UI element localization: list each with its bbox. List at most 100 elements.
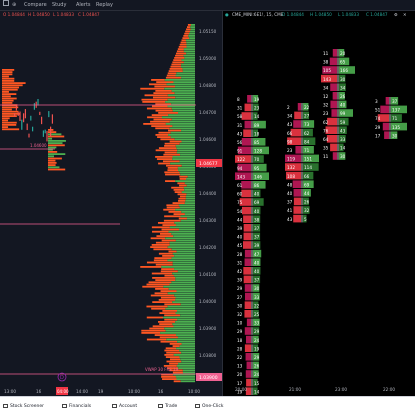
profile-bar-green [180,380,195,383]
candle [23,113,25,123]
stock-screener-tab[interactable]: Stock Screener [3,397,44,415]
profile-bar-red [148,281,172,284]
price-axis[interactable] [196,19,222,396]
profile-bar-green [167,246,195,248]
volume-profile-chart[interactable]: 1.051501.050001.048001.047001.046001.045… [0,19,222,396]
footprint-ask-value: 25 [254,312,260,317]
footprint-ask-value: 22 [254,303,260,308]
profile-bar-red [153,259,168,262]
footprint-wick [301,197,303,206]
footprint-bid-value: 34 [323,85,329,90]
profile-bar-green [171,248,195,251]
footprint-bid-value: 42 [237,269,243,274]
profile-bar-red [150,294,175,297]
profile-bar-green [175,279,195,281]
footprint-ask-value: 71 [304,148,310,153]
account-tab[interactable]: Account [112,397,137,415]
footprint-bid-value: 108 [287,174,295,179]
profile-bar-red [157,136,171,138]
profile-bar-red [148,83,167,86]
trade-tab[interactable]: Trade [158,397,177,415]
footprint-bid-value: 119 [287,157,295,162]
candle [37,99,39,106]
footprint-wick [251,95,253,103]
footprint-bid-cell [384,131,389,139]
profile-bar-green [186,193,195,196]
footprint-wick [337,66,339,74]
right-chart-title: CME_MINI:6E1!, 15, CME [232,12,284,17]
footprint-bid-value: 143 [237,174,245,179]
footprint-chart[interactable]: 8 1931 2358 1431 8943 1856 8591 128122 7094 95143… [223,19,415,396]
profile-bar-red [185,30,190,33]
profile-bar-green [167,305,195,308]
footprint-bid-value: 94 [237,166,243,171]
profile-bar-red [146,107,172,110]
mid-profile-bar [48,140,66,142]
alerts-button[interactable]: Alerts [76,0,91,11]
profile-bar-green [177,310,195,312]
footprint-bid-cell [245,370,251,378]
footprint-bid-value: 27 [237,295,243,300]
profile-bar-green [181,211,195,213]
footprint-bid-cell [244,103,251,112]
profile-bar-red [160,233,172,235]
grid-icon[interactable] [3,0,9,6]
profile-bar-red [151,105,168,108]
profile-bar-red [165,356,180,358]
profile-bar-green [179,206,195,209]
financials-tab[interactable]: Financials [62,397,91,415]
profile-bar-green [173,274,195,277]
profile-bar-red [179,175,188,178]
footprint-wick [251,232,253,241]
compare-button[interactable]: Compare [24,0,47,11]
pane-divider[interactable] [222,11,223,396]
footprint-bid-value: 143 [323,77,331,82]
footprint-bid-value: 30 [237,303,243,308]
footprint-ask-value: 37 [254,235,260,240]
profile-bar-red [164,171,180,174]
replay-button[interactable]: Replay [96,0,113,11]
candle [51,114,53,124]
profile-bar-green [171,107,195,110]
profile-bar-red [168,250,177,253]
footprint-bid-value: 23 [323,111,329,116]
price-tick-label: 1.03900 [199,326,217,331]
footprint-wick [337,109,339,117]
visibility-icon[interactable]: ● [225,11,229,19]
price-tick-label: 1.04300 [199,218,217,223]
right-ohlc-high: H 1.04850 [310,12,332,17]
footprint-bid-cell [241,181,251,189]
settings-icon[interactable]: ⚙ [394,11,398,19]
profile-bar-green [172,323,195,325]
footprint-bid-value: 74 [375,116,381,121]
profile-bar-green [184,189,195,191]
ohlc-high: H 1.04850 [28,12,50,17]
close-icon[interactable]: ✕ [403,11,407,19]
footprint-bid-value: 105 [323,68,331,73]
profile-bar-red [155,109,173,112]
profile-bar-green [183,61,195,64]
profile-bar-green [168,288,195,290]
study-button[interactable]: Study [52,0,66,11]
footprint-bid-value: 132 [287,165,295,170]
footprint-bid-cell [292,180,301,188]
footprint-bid-value: 11 [323,51,329,56]
profile-bar-green [175,180,195,182]
profile-bar-green [165,101,195,103]
profile-bar-red [176,50,184,53]
footprint-wick [251,344,253,352]
left-profile-bar [2,108,12,111]
profile-bar-green [172,252,195,255]
profile-bar-red [164,142,180,145]
profile-bar-green [178,367,195,369]
footprint-bid-value: 60 [237,192,243,197]
profile-bar-green [169,127,195,130]
profile-bar-green [183,48,195,50]
footprint-wick [389,114,391,122]
profile-bar-red [152,301,173,303]
symbol-icon[interactable]: ⊕ [12,0,16,11]
profile-bar-green [180,358,195,361]
footprint-ask-value: 137 [392,108,400,113]
one-click-tab[interactable]: One-Click [195,397,224,415]
mid-profile-bar [48,162,57,164]
